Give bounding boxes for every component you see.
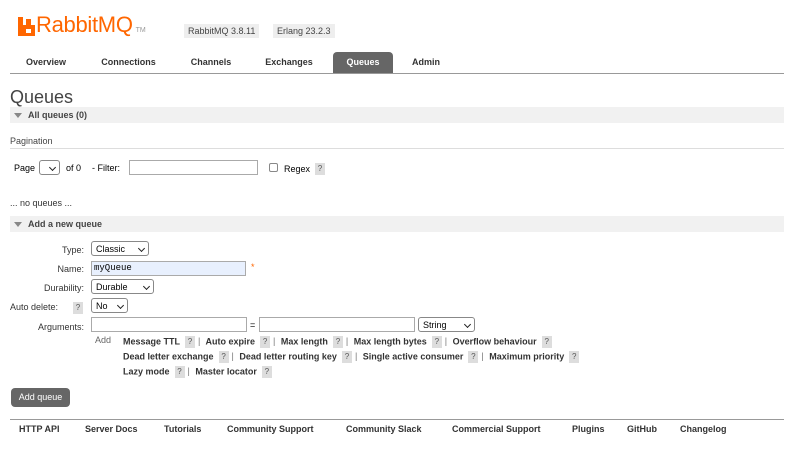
footer-link-commercial-support[interactable]: Commercial Support	[452, 424, 541, 434]
arg-message-ttl[interactable]: Message TTL	[123, 336, 180, 346]
auto-delete-select[interactable]: No	[91, 298, 128, 313]
help-icon[interactable]: ?	[569, 351, 580, 363]
regex-help-icon[interactable]: ?	[315, 163, 325, 175]
arguments-label: Arguments:	[37, 322, 84, 332]
arg-single-active-consumer[interactable]: Single active consumer	[363, 351, 464, 361]
durability-select[interactable]: Durable	[91, 279, 154, 294]
argument-shortcuts-line-3: Lazy mode? | Master locator?	[123, 366, 272, 378]
chevron-down-icon	[142, 282, 151, 291]
filter-input[interactable]	[129, 160, 258, 175]
help-icon[interactable]: ?	[468, 351, 479, 363]
all-queues-header: All queues (0)	[28, 110, 88, 120]
add-queue-button[interactable]: Add queue	[11, 388, 70, 407]
rabbitmq-version-badge: RabbitMQ 3.8.11	[184, 24, 260, 38]
page-select[interactable]	[39, 160, 60, 175]
tab-channels[interactable]: Channels	[177, 52, 245, 73]
help-icon[interactable]: ?	[261, 366, 272, 378]
filter-label: - Filter:	[92, 163, 120, 173]
argument-shortcuts-line-1: Message TTL? | Auto expire? | Max length? |…	[123, 336, 552, 348]
no-queues-text: ... no queues ...	[10, 198, 73, 208]
footer-link-tutorials[interactable]: Tutorials	[164, 424, 201, 434]
footer-link-http-api[interactable]: HTTP API	[19, 424, 60, 434]
arg-dead-letter-exchange[interactable]: Dead letter exchange	[123, 351, 214, 361]
footer-link-server-docs[interactable]: Server Docs	[85, 424, 138, 434]
add-queue-header: Add a new queue	[28, 219, 103, 229]
argument-type-select[interactable]: String	[418, 317, 475, 332]
help-icon[interactable]: ?	[218, 351, 229, 363]
name-label: Name:	[57, 264, 84, 274]
arg-auto-expire[interactable]: Auto expire	[206, 336, 256, 346]
argument-key-input[interactable]	[91, 317, 247, 332]
rabbitmq-logo[interactable]: RabbitMQ TM	[18, 10, 146, 36]
chevron-down-icon	[48, 163, 57, 172]
help-icon[interactable]: ?	[260, 336, 271, 348]
arg-max-length[interactable]: Max length	[281, 336, 328, 346]
arg-lazy-mode[interactable]: Lazy mode	[123, 366, 170, 376]
chevron-down-icon	[137, 244, 146, 253]
collapse-arrow-icon	[14, 112, 22, 118]
help-icon[interactable]: ?	[185, 336, 196, 348]
argument-value-input[interactable]	[259, 317, 415, 332]
page-of-label: of 0	[66, 163, 82, 173]
rabbitmq-logo-icon	[18, 17, 35, 36]
tab-exchanges[interactable]: Exchanges	[253, 52, 325, 73]
help-icon[interactable]: ?	[541, 336, 552, 348]
argument-equals: =	[250, 320, 256, 330]
footer-link-plugins[interactable]: Plugins	[572, 424, 605, 434]
page-label: Page	[14, 163, 36, 173]
tab-connections[interactable]: Connections	[88, 52, 169, 73]
footer-divider	[10, 419, 784, 420]
arg-overflow-behaviour[interactable]: Overflow behaviour	[453, 336, 537, 346]
auto-delete-label: Auto delete:	[10, 302, 59, 312]
collapse-arrow-icon	[14, 221, 22, 227]
page-title: Queues	[10, 87, 74, 107]
arg-maximum-priority[interactable]: Maximum priority	[489, 351, 564, 361]
erlang-version-badge: Erlang 23.2.3	[273, 24, 335, 38]
queue-name-input[interactable]: myQueue	[91, 261, 246, 276]
logo-tm: TM	[135, 27, 146, 34]
tab-admin[interactable]: Admin	[400, 52, 452, 73]
footer-link-community-support[interactable]: Community Support	[227, 424, 314, 434]
main-nav: Overview Connections Channels Exchanges …	[10, 52, 784, 74]
regex-label: Regex	[284, 164, 311, 174]
auto-delete-help-icon[interactable]: ?	[73, 302, 83, 314]
tab-queues[interactable]: Queues	[333, 52, 393, 73]
help-icon[interactable]: ?	[341, 351, 352, 363]
footer-link-github[interactable]: GitHub	[627, 424, 657, 434]
help-icon[interactable]: ?	[174, 366, 185, 378]
all-queues-toggle[interactable]: All queues (0)	[10, 107, 784, 123]
chevron-down-icon	[463, 320, 472, 329]
pagination-label: Pagination	[10, 136, 53, 146]
footer-link-community-slack[interactable]: Community Slack	[346, 424, 422, 434]
required-mark: *	[251, 262, 255, 272]
arg-max-length-bytes[interactable]: Max length bytes	[354, 336, 427, 346]
durability-label: Durability:	[43, 283, 84, 293]
divider	[10, 148, 784, 149]
arg-master-locator[interactable]: Master locator	[195, 366, 257, 376]
add-argument-link[interactable]: Add	[95, 335, 111, 345]
type-label: Type:	[61, 245, 84, 255]
help-icon[interactable]: ?	[332, 336, 343, 348]
chevron-down-icon	[116, 301, 125, 310]
type-select[interactable]: Classic	[91, 241, 149, 256]
regex-checkbox[interactable]	[269, 163, 278, 172]
tab-overview[interactable]: Overview	[12, 52, 80, 73]
arg-dead-letter-routing-key[interactable]: Dead letter routing key	[239, 351, 337, 361]
footer-link-changelog[interactable]: Changelog	[680, 424, 727, 434]
logo-text: RabbitMQ	[36, 12, 133, 37]
argument-shortcuts-line-2: Dead letter exchange? | Dead letter routi…	[123, 351, 580, 363]
help-icon[interactable]: ?	[431, 336, 442, 348]
add-queue-toggle[interactable]: Add a new queue	[10, 216, 784, 232]
